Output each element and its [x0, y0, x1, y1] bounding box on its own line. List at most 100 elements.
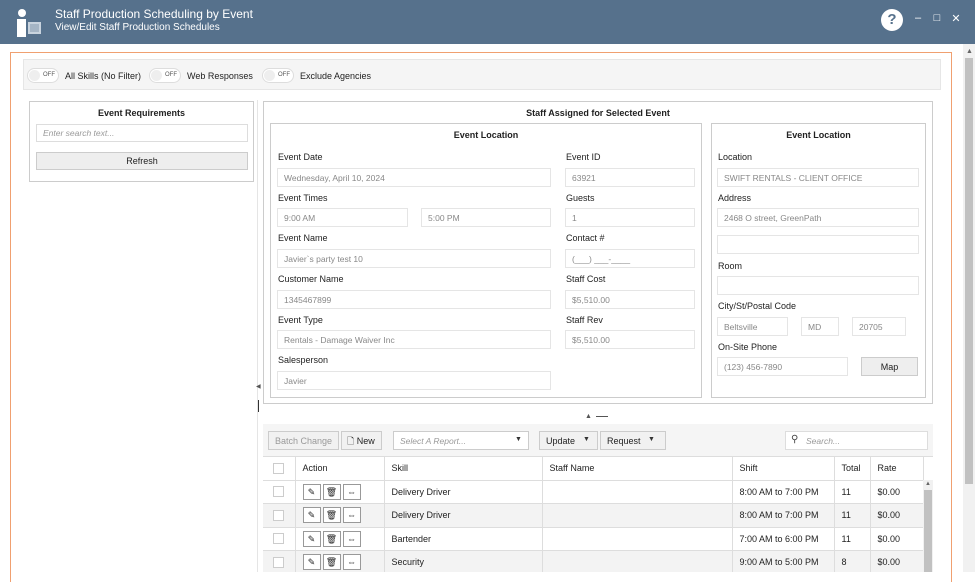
- swap-icon[interactable]: ⇔: [342, 530, 361, 547]
- shift-column-header[interactable]: Shift: [732, 457, 835, 481]
- staff-name-column-header[interactable]: Staff Name: [542, 457, 733, 481]
- toggle-switch[interactable]: OFF: [149, 68, 181, 83]
- start-time-field[interactable]: 9:00 AM: [277, 208, 408, 227]
- map-button[interactable]: Map: [861, 357, 918, 376]
- skill-column-header[interactable]: Skill: [384, 457, 543, 481]
- search-icon: ⚲: [791, 434, 799, 445]
- request-dropdown-icon[interactable]: ▼: [648, 436, 655, 443]
- swap-icon[interactable]: ⇔: [342, 483, 361, 500]
- collapse-left-arrow-icon[interactable]: ◀: [256, 383, 261, 390]
- rate-cell: $0.00: [870, 527, 924, 551]
- table-row[interactable]: ✎ 🗑 ⇔ Delivery Driver 8:00 AM to 7:00 PM 1…: [263, 480, 924, 504]
- web-responses-toggle[interactable]: OFF Web Responses: [149, 68, 253, 83]
- close-button[interactable]: ✕: [948, 12, 964, 25]
- grid-scrollbar[interactable]: ▲: [923, 480, 933, 572]
- collapse-up-arrow-icon[interactable]: ▲: [585, 413, 592, 420]
- help-button[interactable]: ?: [881, 9, 903, 31]
- location-field[interactable]: SWIFT RENTALS - CLIENT OFFICE: [717, 168, 919, 187]
- row-checkbox[interactable]: [273, 533, 285, 545]
- new-button[interactable]: 🗋 New: [341, 431, 382, 450]
- row-select-cell[interactable]: [263, 480, 296, 504]
- row-select-cell[interactable]: [263, 527, 296, 551]
- event-requirements-title: Event Requirements: [97, 108, 186, 118]
- row-actions: ✎ 🗑 ⇔: [295, 527, 385, 551]
- batch-change-button[interactable]: Batch Change: [268, 431, 340, 450]
- edit-icon[interactable]: ✎: [302, 554, 321, 571]
- edit-icon[interactable]: ✎: [302, 530, 321, 547]
- total-cell: 11: [834, 480, 871, 504]
- row-checkbox[interactable]: [273, 509, 285, 521]
- scroll-up-arrow-icon[interactable]: ▲: [966, 48, 973, 55]
- maximize-button[interactable]: □: [929, 12, 945, 24]
- staff-rev-field[interactable]: $5,510.00: [565, 330, 695, 349]
- staff-name-cell: [542, 550, 733, 572]
- trash-icon[interactable]: 🗑: [322, 483, 341, 500]
- table-row[interactable]: ✎ 🗑 ⇔ Security 9:00 AM to 5:00 PM 8 $0.00: [263, 550, 924, 572]
- row-select-cell[interactable]: [263, 503, 296, 528]
- grid-scrollbar-thumb[interactable]: [924, 490, 932, 572]
- refresh-button[interactable]: Refresh: [36, 152, 248, 170]
- minimize-button[interactable]: –: [910, 12, 926, 24]
- rate-column-header[interactable]: Rate: [870, 457, 924, 481]
- exclude-agencies-toggle[interactable]: OFF Exclude Agencies: [262, 68, 371, 83]
- onsite-phone-field[interactable]: (123) 456-7890: [717, 357, 848, 376]
- report-dropdown-icon[interactable]: ▼: [515, 436, 522, 443]
- action-column-header[interactable]: Action: [295, 457, 385, 481]
- report-select[interactable]: Select A Report...: [393, 431, 529, 450]
- end-time-field[interactable]: 5:00 PM: [421, 208, 551, 227]
- event-type-field[interactable]: Rentals - Damage Waiver Inc: [277, 330, 551, 349]
- contact-field[interactable]: (___) ___-____: [565, 249, 695, 268]
- guests-field[interactable]: 1: [565, 208, 695, 227]
- grid-search-input[interactable]: ⚲ Search...: [785, 431, 928, 450]
- window-scrollbar[interactable]: ▲: [963, 44, 975, 572]
- room-field[interactable]: [717, 276, 919, 295]
- customer-name-field[interactable]: 1345467899: [277, 290, 551, 309]
- address-label: Address: [718, 193, 752, 203]
- trash-icon[interactable]: 🗑: [322, 554, 341, 571]
- shift-cell: 8:00 AM to 7:00 PM: [732, 503, 835, 528]
- row-checkbox[interactable]: [273, 486, 285, 498]
- update-dropdown-icon[interactable]: ▼: [583, 436, 590, 443]
- swap-icon[interactable]: ⇔: [342, 507, 361, 524]
- edit-icon[interactable]: ✎: [302, 507, 321, 524]
- address-line2-field[interactable]: [717, 235, 919, 254]
- toggle-switch[interactable]: OFF: [27, 68, 59, 83]
- request-button[interactable]: Request: [600, 431, 666, 450]
- trash-icon[interactable]: 🗑: [322, 530, 341, 547]
- event-date-label: Event Date: [278, 152, 323, 162]
- toggle-switch[interactable]: OFF: [262, 68, 294, 83]
- splitter-handle[interactable]: [596, 416, 608, 417]
- all-skills-toggle[interactable]: OFF All Skills (No Filter): [27, 68, 141, 83]
- event-times-label: Event Times: [278, 193, 328, 203]
- staff-rev-label: Staff Rev: [566, 315, 603, 325]
- grid-scroll-up-arrow-icon[interactable]: ▲: [925, 481, 931, 487]
- trash-icon[interactable]: 🗑: [322, 507, 341, 524]
- postal-code-field[interactable]: 20705: [852, 317, 906, 336]
- location-label: Location: [718, 152, 753, 162]
- address-line1-field[interactable]: 2468 O street, GreenPath: [717, 208, 919, 227]
- total-cell: 11: [834, 527, 871, 551]
- staff-cost-field[interactable]: $5,510.00: [565, 290, 695, 309]
- table-row[interactable]: ✎ 🗑 ⇔ Bartender 7:00 AM to 6:00 PM 11 $0.0…: [263, 527, 924, 551]
- panel-divider[interactable]: [257, 100, 258, 572]
- requirements-search-input[interactable]: Enter search text...: [36, 124, 248, 142]
- table-row[interactable]: ✎ 🗑 ⇔ Delivery Driver 8:00 AM to 7:00 PM 1…: [263, 503, 924, 528]
- event-id-field[interactable]: 63921: [565, 168, 695, 187]
- row-checkbox[interactable]: [273, 556, 285, 568]
- contact-label: Contact #: [566, 233, 605, 243]
- edit-icon[interactable]: ✎: [302, 483, 321, 500]
- total-column-header[interactable]: Total: [834, 457, 871, 481]
- row-select-cell[interactable]: [263, 550, 296, 572]
- event-name-field[interactable]: Javier`s party test 10: [277, 249, 551, 268]
- select-all-checkbox[interactable]: [273, 462, 285, 474]
- swap-icon[interactable]: ⇔: [342, 554, 361, 571]
- city-field[interactable]: Beltsville: [717, 317, 788, 336]
- total-cell: 11: [834, 503, 871, 528]
- row-actions: ✎ 🗑 ⇔: [295, 503, 385, 528]
- select-all-cell[interactable]: [263, 457, 296, 481]
- row-actions: ✎ 🗑 ⇔: [295, 480, 385, 504]
- event-date-field[interactable]: Wednesday, April 10, 2024: [277, 168, 551, 187]
- state-field[interactable]: MD: [801, 317, 839, 336]
- salesperson-field[interactable]: Javier: [277, 371, 551, 390]
- scrollbar-thumb[interactable]: [965, 58, 973, 484]
